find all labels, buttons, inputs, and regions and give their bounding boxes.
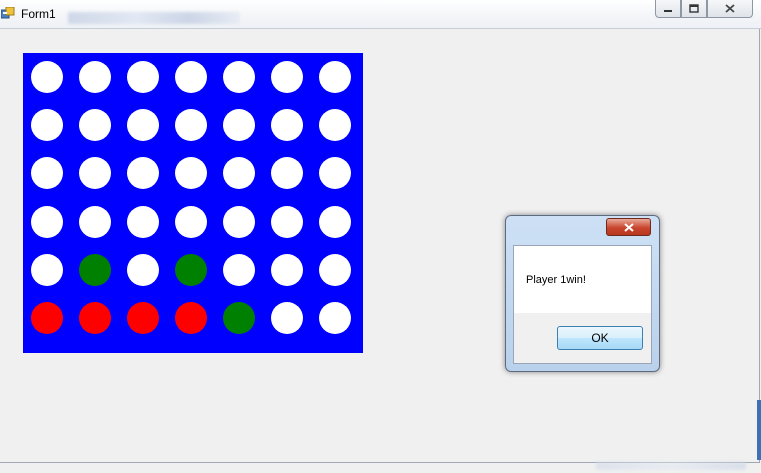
- board-cell-empty[interactable]: [31, 61, 63, 93]
- board-cell-empty[interactable]: [271, 253, 303, 286]
- background-window-edge: [757, 400, 761, 460]
- board-cell-empty[interactable]: [271, 205, 303, 238]
- message-box-close-button[interactable]: [606, 218, 651, 236]
- board-cell-empty[interactable]: [127, 157, 159, 190]
- board-cell-empty[interactable]: [127, 205, 159, 238]
- board-cell-player2[interactable]: [223, 302, 255, 334]
- board-cell-empty[interactable]: [79, 205, 111, 238]
- message-area: Player 1win!: [514, 246, 651, 313]
- window-title: Form1: [21, 7, 56, 21]
- board-cell-player1[interactable]: [127, 302, 159, 334]
- board-cell-empty[interactable]: [79, 109, 111, 142]
- caption-buttons: [655, 0, 753, 19]
- board-cell-empty[interactable]: [31, 253, 63, 286]
- board-cell-player1[interactable]: [31, 302, 63, 334]
- close-icon: [623, 223, 634, 232]
- game-board[interactable]: [23, 53, 363, 353]
- close-icon: [725, 4, 735, 13]
- board-cell-empty[interactable]: [175, 61, 207, 93]
- form-app-icon: [1, 7, 15, 19]
- board-cell-empty[interactable]: [223, 253, 255, 286]
- board-cell-empty[interactable]: [271, 61, 303, 93]
- board-cell-empty[interactable]: [31, 109, 63, 142]
- board-cell-empty[interactable]: [271, 302, 303, 334]
- board-cell-empty[interactable]: [319, 253, 351, 286]
- blurred-background-text: [68, 12, 240, 24]
- board-cell-empty[interactable]: [175, 109, 207, 142]
- board-cell-player2[interactable]: [79, 253, 111, 286]
- board-cell-empty[interactable]: [223, 157, 255, 190]
- board-cell-empty[interactable]: [271, 109, 303, 142]
- board-cell-player1[interactable]: [79, 302, 111, 334]
- board-cell-empty[interactable]: [127, 253, 159, 286]
- message-box: Player 1win! OK: [505, 215, 660, 372]
- board-cell-empty[interactable]: [127, 109, 159, 142]
- minimize-icon: [664, 9, 672, 12]
- board-cell-empty[interactable]: [79, 157, 111, 190]
- title-bar[interactable]: Form1: [0, 0, 761, 29]
- board-cell-empty[interactable]: [319, 109, 351, 142]
- board-cell-empty[interactable]: [223, 61, 255, 93]
- board-cell-empty[interactable]: [223, 205, 255, 238]
- board-cell-empty[interactable]: [319, 157, 351, 190]
- board-cell-empty[interactable]: [31, 205, 63, 238]
- board-cell-empty[interactable]: [79, 61, 111, 93]
- ok-button[interactable]: OK: [557, 326, 643, 350]
- board-cell-empty[interactable]: [175, 157, 207, 190]
- blurred-background-text: [596, 462, 746, 470]
- board-cell-empty[interactable]: [175, 205, 207, 238]
- board-cell-empty[interactable]: [271, 157, 303, 190]
- board-cell-empty[interactable]: [319, 205, 351, 238]
- board-cell-empty[interactable]: [223, 109, 255, 142]
- restore-icon: [689, 4, 699, 13]
- minimize-button[interactable]: [655, 0, 681, 18]
- restore-button[interactable]: [681, 0, 707, 18]
- board-cell-empty[interactable]: [127, 61, 159, 93]
- board-cell-player1[interactable]: [175, 302, 207, 334]
- message-text: Player 1win!: [526, 274, 586, 286]
- board-cell-empty[interactable]: [319, 302, 351, 334]
- board-cell-empty[interactable]: [31, 157, 63, 190]
- message-box-client: Player 1win! OK: [513, 245, 652, 364]
- close-button[interactable]: [707, 0, 753, 18]
- board-cell-empty[interactable]: [319, 61, 351, 93]
- board-cell-player2[interactable]: [175, 253, 207, 286]
